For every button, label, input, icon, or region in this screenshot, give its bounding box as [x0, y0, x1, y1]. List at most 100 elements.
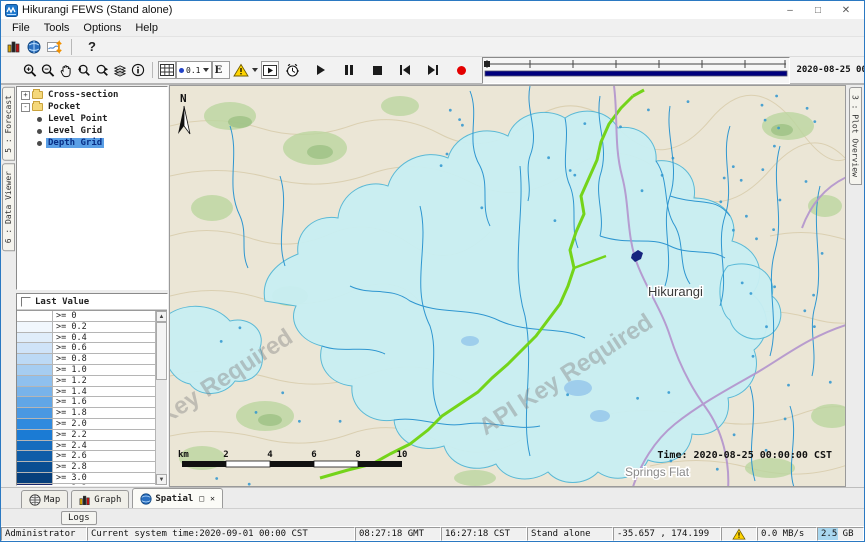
- tab-graph[interactable]: Graph: [71, 490, 129, 508]
- legend-swatch: [17, 376, 53, 386]
- folder-icon: [32, 103, 43, 111]
- legend-label: >= 2.8: [53, 462, 90, 472]
- status-memory[interactable]: 2.5 GB: [817, 527, 864, 541]
- folder-icon: [32, 91, 43, 99]
- play-icon: [317, 65, 325, 75]
- legend-label: >= 3.0: [53, 473, 90, 483]
- zoom-next-icon: [95, 63, 109, 78]
- scale-tick-label: 8: [355, 450, 360, 460]
- legend-table: >= 0>= 0.2>= 0.4>= 0.6>= 0.8>= 1.0>= 1.2…: [17, 310, 167, 485]
- layer-tree: +Cross-section - PocketLevel PointLevel Gr…: [16, 86, 168, 290]
- toolbar-separator: [71, 39, 72, 55]
- legend-swatch: [17, 430, 53, 440]
- legend-swatch: [17, 397, 53, 407]
- tab-spatial[interactable]: Spatial □ ✕: [132, 488, 223, 508]
- tree-item-level-grid[interactable]: Level Grid: [17, 125, 167, 137]
- menu-file[interactable]: File: [5, 21, 37, 35]
- layers-button[interactable]: [111, 61, 129, 79]
- menu-help[interactable]: Help: [128, 21, 165, 35]
- record-button[interactable]: [452, 61, 470, 79]
- legend-row: >= 2.4: [17, 441, 155, 452]
- time-slider[interactable]: [482, 57, 790, 84]
- playback-controls: [283, 61, 470, 79]
- timer-button[interactable]: [283, 61, 302, 79]
- menu-tools[interactable]: Tools: [37, 21, 77, 35]
- legend-row: >= 0: [17, 311, 155, 322]
- right-tab-strip: 3 : Plot Overview: [846, 85, 864, 487]
- map-toolbar: 0.1 E: [1, 57, 864, 85]
- status-transfer-rate: 0.0 MB/s: [757, 527, 817, 541]
- zoom-next-button[interactable]: [93, 61, 111, 79]
- tab-graph-label: Graph: [94, 495, 121, 505]
- maximize-button[interactable]: □: [804, 2, 832, 18]
- legend-row: >= 2.6: [17, 451, 155, 462]
- status-local-time: 16:27:18 CST: [441, 527, 527, 541]
- legend-panel: Last Value >= 0>= 0.2>= 0.4>= 0.6>= 0.8>…: [16, 293, 168, 486]
- tab-map-label: Map: [44, 495, 60, 505]
- legend-swatch: [17, 451, 53, 461]
- legend-label: >= 1.4: [53, 387, 90, 397]
- tab-map[interactable]: Map: [21, 490, 68, 508]
- bar-chart-icon: [79, 494, 91, 506]
- warning-levels-combo[interactable]: [230, 61, 261, 79]
- time-slider-handle[interactable]: [484, 61, 490, 67]
- spatial-display-button[interactable]: [45, 38, 64, 56]
- zoom-previous-button[interactable]: [75, 61, 93, 79]
- app-icon: [5, 4, 18, 17]
- menu-options[interactable]: Options: [76, 21, 128, 35]
- scrollbar-track[interactable]: [156, 322, 167, 474]
- longitudinal-profile-button[interactable]: E: [212, 61, 230, 79]
- record-icon: [457, 66, 466, 75]
- tab-forecast[interactable]: 5 : Forecast: [2, 87, 15, 161]
- help-button[interactable]: ?: [79, 38, 105, 56]
- globe-icon: [29, 494, 41, 506]
- scroll-down-icon[interactable]: ▼: [156, 474, 167, 485]
- tree-item-level-point[interactable]: Level Point: [17, 113, 167, 125]
- close-button[interactable]: ✕: [832, 2, 860, 18]
- tab-maximize-icon[interactable]: □: [199, 494, 204, 503]
- animation-button[interactable]: [261, 61, 279, 79]
- toolbar-separator: [152, 62, 153, 78]
- tree-expander-icon[interactable]: -: [21, 103, 30, 112]
- tab-data-viewer[interactable]: 6 : Data Viewer: [2, 163, 15, 251]
- tree-item-depth-grid[interactable]: Depth Grid: [17, 137, 167, 149]
- step-backward-button[interactable]: [396, 61, 414, 79]
- zoom-in-button[interactable]: [21, 61, 39, 79]
- tab-close-icon[interactable]: ✕: [210, 494, 215, 503]
- tree-expander-icon[interactable]: +: [21, 91, 30, 100]
- legend-row: >= 3.2: [17, 484, 155, 485]
- pause-icon: [345, 65, 353, 75]
- minimize-button[interactable]: –: [776, 2, 804, 18]
- info-button[interactable]: [129, 61, 147, 79]
- archive-display-button[interactable]: [5, 38, 23, 56]
- logs-button[interactable]: Logs: [61, 511, 97, 525]
- current-time-label: 2020-08-25 00:00:00 CST: [796, 65, 865, 75]
- tree-item-pocket[interactable]: - Pocket: [17, 101, 167, 113]
- legend-label: >= 0.8: [53, 354, 90, 364]
- last-value-checkbox[interactable]: [21, 297, 31, 307]
- step-forward-button[interactable]: [424, 61, 442, 79]
- zoom-out-button[interactable]: [39, 61, 57, 79]
- stop-button[interactable]: [368, 61, 386, 79]
- status-warning[interactable]: [721, 527, 757, 541]
- play-button[interactable]: [312, 61, 330, 79]
- grid-display-button[interactable]: [158, 61, 176, 79]
- legend-row: >= 0.8: [17, 354, 155, 365]
- scrollbar-thumb[interactable]: [156, 322, 167, 380]
- legend-scrollbar[interactable]: ▲ ▼: [155, 311, 167, 485]
- status-system-time: Current system time:2020-09-01 00:00 CST: [87, 527, 355, 541]
- warning-icon: [233, 63, 249, 77]
- contour-interval-combo[interactable]: 0.1: [176, 61, 212, 79]
- map-display-button[interactable]: [25, 38, 43, 56]
- tab-plot-overview[interactable]: 3 : Plot Overview: [849, 87, 862, 185]
- legend-label: >= 3.2: [53, 484, 90, 485]
- scroll-up-icon[interactable]: ▲: [156, 311, 167, 322]
- legend-row: >= 0.6: [17, 343, 155, 354]
- step-forward-icon: [428, 65, 435, 75]
- map-canvas[interactable]: API Key Required API Key Required Hikura…: [169, 85, 846, 487]
- globe-icon: [140, 493, 152, 505]
- tree-item-label: Pocket: [46, 102, 83, 112]
- pan-button[interactable]: [57, 61, 75, 79]
- tree-item-cross-section[interactable]: +Cross-section: [17, 89, 167, 101]
- pause-button[interactable]: [340, 61, 358, 79]
